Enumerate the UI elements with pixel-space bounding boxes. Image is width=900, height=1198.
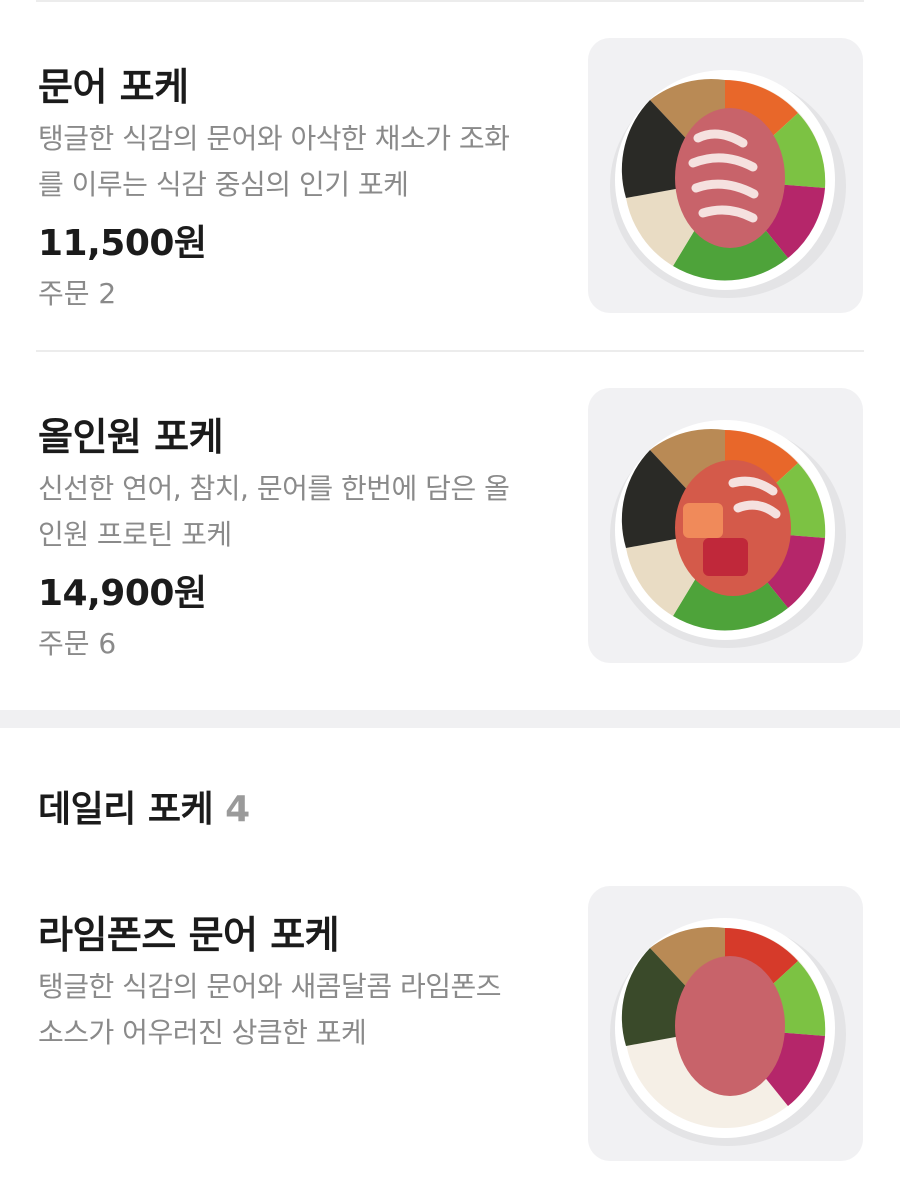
menu-item-description: 탱글한 식감의 문어와 아삭한 채소가 조화 를 이루는 식감 중심의 인기 포… <box>38 116 558 208</box>
section-item-count: 4 <box>225 789 250 830</box>
lime-ponzu-poke-bowl-image[interactable] <box>588 886 863 1161</box>
description-line: 소스가 어우러진 상큼한 포케 <box>38 1016 367 1049</box>
menu-item-octopus-poke[interactable]: 문어 포케 탱글한 식감의 문어와 아삭한 채소가 조화 를 이루는 식감 중심… <box>0 0 900 352</box>
menu-item-description: 탱글한 식감의 문어와 새콤달콤 라임폰즈 소스가 어우러진 상큼한 포케 <box>38 964 558 1056</box>
menu-item-price: 14,900원 <box>38 573 207 614</box>
section-title: 데일리 포케 <box>38 789 214 830</box>
menu-item-allinone-poke[interactable]: 올인원 포케 신선한 연어, 참치, 문어를 한번에 담은 올 인원 프로틴 포… <box>0 350 900 700</box>
octopus-poke-bowl-image[interactable] <box>588 38 863 313</box>
description-line: 탱글한 식감의 문어와 아삭한 채소가 조화 <box>38 122 510 155</box>
menu-item-order-count: 주문 6 <box>38 627 117 660</box>
description-line: 신선한 연어, 참치, 문어를 한번에 담은 올 <box>38 472 510 505</box>
section-separator <box>0 710 900 728</box>
menu-item-name: 문어 포케 <box>38 65 189 109</box>
description-line: 를 이루는 식감 중심의 인기 포케 <box>38 168 409 201</box>
menu-item-name: 라임폰즈 문어 포케 <box>38 913 340 957</box>
description-line: 탱글한 식감의 문어와 새콤달콤 라임폰즈 <box>38 970 502 1003</box>
allinone-poke-bowl-image[interactable] <box>588 388 863 663</box>
section-header-daily-poke: 데일리 포케 4 <box>38 780 250 832</box>
menu-item-order-count: 주문 2 <box>38 277 117 310</box>
menu-item-name: 올인원 포케 <box>38 415 224 459</box>
menu-item-description: 신선한 연어, 참치, 문어를 한번에 담은 올 인원 프로틴 포케 <box>38 466 558 558</box>
description-line: 인원 프로틴 포케 <box>38 518 232 551</box>
menu-item-price: 11,500원 <box>38 223 207 264</box>
menu-item-lime-ponzu-poke[interactable]: 라임폰즈 문어 포케 탱글한 식감의 문어와 새콤달콤 라임폰즈 소스가 어우러… <box>0 848 900 1198</box>
